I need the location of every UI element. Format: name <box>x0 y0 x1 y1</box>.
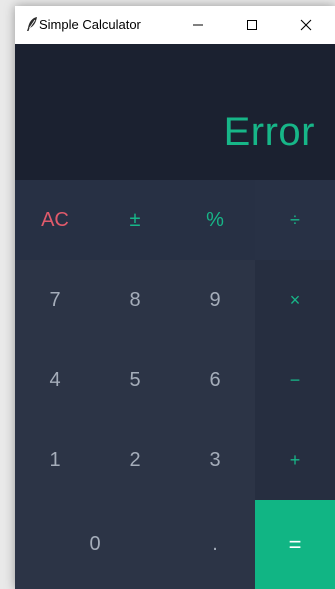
percent-button[interactable]: % <box>175 180 255 260</box>
digit-5-button[interactable]: 5 <box>95 340 175 420</box>
calculator-display: Error <box>15 44 335 180</box>
digit-6-button[interactable]: 6 <box>175 340 255 420</box>
display-value: Error <box>223 110 315 154</box>
close-button[interactable] <box>283 6 329 44</box>
close-icon <box>300 19 312 31</box>
window-title: Simple Calculator <box>39 17 141 32</box>
digit-7-button[interactable]: 7 <box>15 260 95 340</box>
subtract-button[interactable]: − <box>255 340 335 420</box>
multiply-button[interactable]: × <box>255 260 335 340</box>
minimize-icon <box>193 24 203 26</box>
equals-button[interactable]: = <box>255 500 335 589</box>
digit-9-button[interactable]: 9 <box>175 260 255 340</box>
digit-3-button[interactable]: 3 <box>175 420 255 500</box>
divide-button[interactable]: ÷ <box>255 180 335 260</box>
digit-2-button[interactable]: 2 <box>95 420 175 500</box>
add-button[interactable]: + <box>255 420 335 500</box>
minimize-button[interactable] <box>175 6 221 44</box>
digit-4-button[interactable]: 4 <box>15 340 95 420</box>
digit-8-button[interactable]: 8 <box>95 260 175 340</box>
ac-button[interactable]: AC <box>15 180 95 260</box>
digit-0-button[interactable]: 0 <box>15 500 175 589</box>
calculator-window: Simple Calculator Error AC ± % ÷ 7 8 9 ×… <box>15 6 335 589</box>
keypad: AC ± % ÷ 7 8 9 × 4 5 6 − 1 2 3 + 0 . = <box>15 180 335 589</box>
plus-minus-button[interactable]: ± <box>95 180 175 260</box>
maximize-button[interactable] <box>229 6 275 44</box>
title-bar[interactable]: Simple Calculator <box>15 6 335 44</box>
maximize-icon <box>247 20 257 30</box>
decimal-button[interactable]: . <box>175 500 255 589</box>
digit-1-button[interactable]: 1 <box>15 420 95 500</box>
